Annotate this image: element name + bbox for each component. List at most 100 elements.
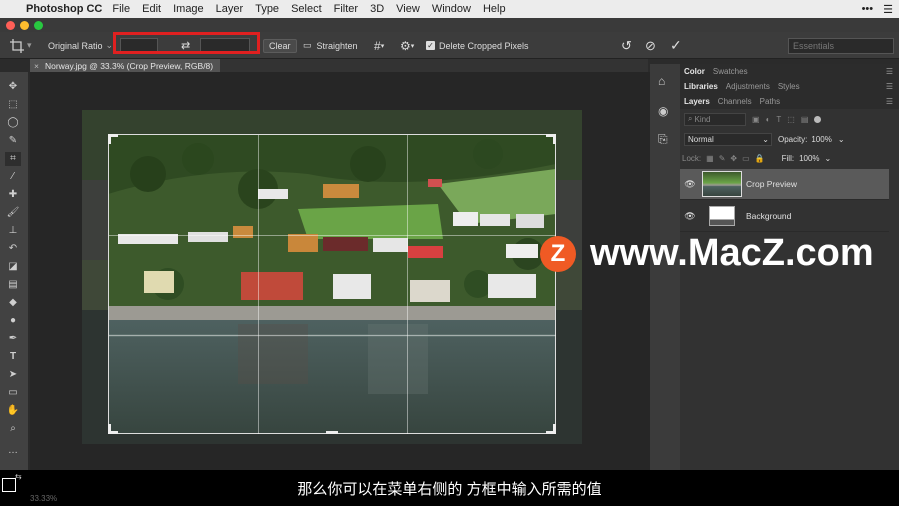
healing-tool-icon[interactable]: ✚	[5, 188, 21, 202]
tab-libraries[interactable]: Libraries	[680, 82, 722, 91]
panel-menu-icon[interactable]: ☰	[882, 97, 897, 106]
crop-handle-top-left[interactable]	[108, 134, 118, 144]
menu-help[interactable]: Help	[483, 3, 506, 15]
app-menu[interactable]: Photoshop CC	[26, 3, 102, 15]
eraser-tool-icon[interactable]: ◪	[5, 260, 21, 274]
color-panel-tabs: Color Swatches ☰	[680, 64, 899, 79]
opacity-field[interactable]: 100%	[811, 135, 831, 144]
zoom-window-button[interactable]	[34, 21, 43, 30]
menu-3d[interactable]: 3D	[370, 3, 384, 15]
layer-row-background[interactable]: 👁 Background	[680, 201, 889, 232]
tab-channels[interactable]: Channels	[714, 97, 756, 106]
menu-edit[interactable]: Edit	[142, 3, 161, 15]
more-icon[interactable]: •••	[862, 3, 874, 15]
shape-tool-icon[interactable]: ▭	[5, 386, 21, 400]
gear-icon[interactable]: ⚙ ▾	[400, 32, 414, 59]
brush-tool-icon[interactable]: 🖌	[5, 206, 21, 220]
info-panel-icon[interactable]: ⎘	[658, 132, 668, 147]
tab-styles[interactable]: Styles	[774, 82, 804, 91]
close-tab-icon[interactable]: ×	[34, 61, 39, 71]
eyedropper-tool-icon[interactable]: ⁄	[5, 170, 21, 184]
tab-adjustments[interactable]: Adjustments	[722, 82, 774, 91]
layer-row-crop-preview[interactable]: 👁 Crop Preview	[680, 169, 889, 200]
list-icon[interactable]: ☰	[883, 3, 893, 16]
commit-check-icon[interactable]: ✓	[670, 32, 682, 59]
lasso-tool-icon[interactable]: ◯	[5, 116, 21, 130]
filter-shape-icon[interactable]: ⬚	[787, 115, 795, 124]
chevron-down-icon[interactable]: ⌄	[838, 135, 845, 144]
move-tool-icon[interactable]: ✥	[5, 80, 21, 94]
menu-view[interactable]: View	[396, 3, 420, 15]
gradient-tool-icon[interactable]: ▤	[5, 278, 21, 292]
tab-layers[interactable]: Layers	[680, 97, 714, 106]
delete-cropped-checkbox[interactable]: ✓	[426, 41, 435, 50]
menu-image[interactable]: Image	[173, 3, 204, 15]
ratio-preset-select[interactable]: Original Ratio	[48, 41, 103, 51]
crop-grid	[108, 134, 556, 434]
crop-tool-icon[interactable]: ⌗	[5, 152, 21, 166]
history-brush-icon[interactable]: ↶	[5, 242, 21, 256]
straighten-tool[interactable]: ▭ Straighten	[303, 32, 358, 59]
straighten-icon: ▭	[303, 40, 312, 50]
filter-kind-select[interactable]: ⌕ Kind	[684, 112, 746, 126]
crop-tool-preset-icon[interactable]: ▾	[10, 32, 32, 59]
chevron-down-icon[interactable]: ⌄	[825, 154, 832, 163]
type-tool-icon[interactable]: T	[5, 350, 21, 364]
blend-mode-select[interactable]: Normal ⌄	[684, 132, 772, 146]
zoom-tool-icon[interactable]: ⌕	[5, 422, 21, 436]
dodge-tool-icon[interactable]: ●	[5, 314, 21, 328]
more-tools-icon[interactable]: …	[5, 444, 21, 458]
filter-toggle-icon[interactable]	[814, 115, 822, 123]
close-window-button[interactable]	[6, 21, 15, 30]
pen-tool-icon[interactable]: ✒	[5, 332, 21, 346]
fill-label: Fill:	[781, 153, 795, 163]
filter-smart-icon[interactable]: ▤	[801, 115, 809, 124]
fill-field[interactable]: 100%	[799, 154, 819, 163]
foreground-swatch[interactable]	[2, 478, 16, 492]
filter-adjust-icon[interactable]: ◐	[766, 115, 771, 124]
eye-icon[interactable]: 👁	[680, 179, 700, 190]
menu-filter[interactable]: Filter	[334, 3, 358, 15]
crop-handle-bottom[interactable]	[326, 431, 338, 434]
overlay-grid-icon[interactable]: # ▾	[374, 32, 384, 59]
crop-handle-bottom-right[interactable]	[546, 424, 556, 434]
hand-tool-icon[interactable]: ✋	[5, 404, 21, 418]
menu-layer[interactable]: Layer	[216, 3, 244, 15]
lock-transparent-icon[interactable]: ▦	[706, 154, 714, 163]
panel-menu-icon[interactable]: ☰	[882, 67, 897, 76]
tab-paths[interactable]: Paths	[756, 97, 784, 106]
clear-button[interactable]: Clear	[263, 38, 297, 53]
crop-handle-bottom-left[interactable]	[108, 424, 118, 434]
menu-select[interactable]: Select	[291, 3, 322, 15]
workspace-select[interactable]: Essentials	[788, 37, 894, 54]
stamp-tool-icon[interactable]: ⊥	[5, 224, 21, 238]
menu-file[interactable]: File	[112, 3, 130, 15]
eye-icon[interactable]: 👁	[680, 211, 700, 222]
crop-handle-top-right[interactable]	[546, 134, 556, 144]
filter-type-icon[interactable]: T	[776, 115, 781, 124]
minimize-window-button[interactable]	[20, 21, 29, 30]
menu-type[interactable]: Type	[255, 3, 279, 15]
foreground-background-swatches[interactable]: ⇆	[2, 472, 24, 496]
zoom-level[interactable]: 33.33%	[30, 494, 57, 503]
panel-menu-icon[interactable]: ☰	[882, 82, 897, 91]
lock-artboard-icon[interactable]: ▭	[742, 154, 750, 163]
cancel-icon[interactable]: ⊘	[645, 32, 656, 59]
reset-icon[interactable]: ↺	[621, 32, 632, 59]
photo-crop-preview	[108, 134, 556, 434]
document-tab[interactable]: × Norway.jpg @ 33.3% (Crop Preview, RGB/…	[30, 59, 220, 72]
filter-pixel-icon[interactable]: ▣	[752, 115, 760, 124]
properties-panel-icon[interactable]: ◉	[658, 104, 668, 118]
tab-color[interactable]: Color	[680, 67, 709, 76]
lock-all-icon[interactable]: 🔒	[755, 154, 765, 163]
marquee-tool-icon[interactable]: ⬚	[5, 98, 21, 112]
lock-image-icon[interactable]: ✎	[719, 154, 726, 163]
menu-window[interactable]: Window	[432, 3, 471, 15]
blur-tool-icon[interactable]: ◆	[5, 296, 21, 310]
tab-swatches[interactable]: Swatches	[709, 67, 752, 76]
lock-position-icon[interactable]: ✥	[730, 154, 737, 163]
quick-select-tool-icon[interactable]: ✎	[5, 134, 21, 148]
swap-colors-icon[interactable]: ⇆	[15, 472, 22, 481]
path-select-icon[interactable]: ➤	[5, 368, 21, 382]
history-panel-icon[interactable]: ⌂	[658, 74, 665, 88]
